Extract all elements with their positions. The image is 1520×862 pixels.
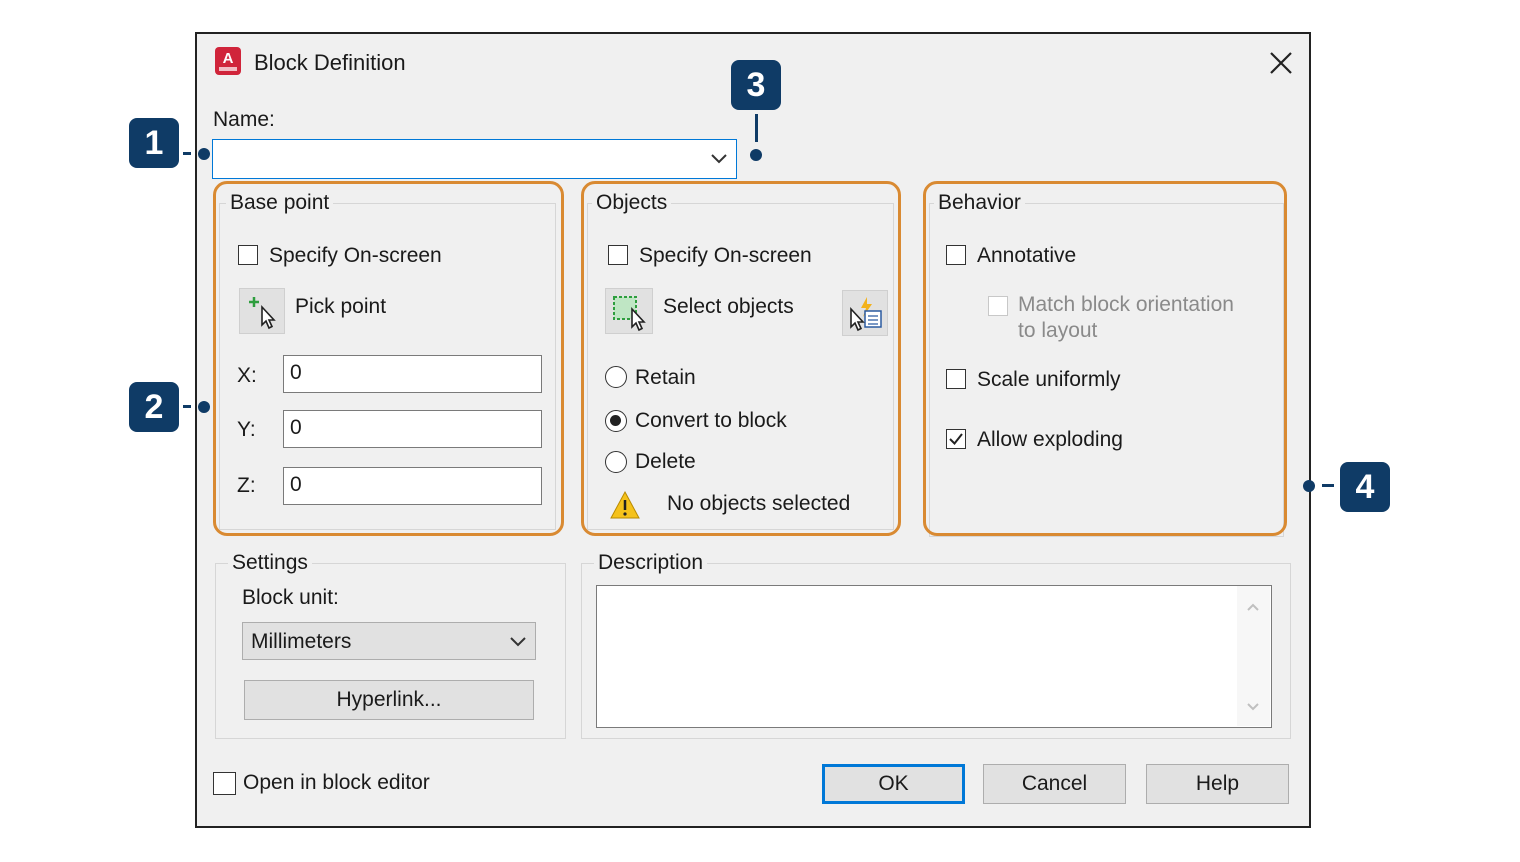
match-orientation-label-line2: to layout [1018, 319, 1098, 342]
block-unit-select[interactable]: Millimeters [242, 622, 536, 660]
allow-exploding-label: Allow exploding [977, 428, 1123, 451]
y-input[interactable]: 0 [283, 410, 542, 448]
select-objects-label: Select objects [663, 295, 794, 318]
name-label: Name: [213, 108, 275, 131]
retain-label: Retain [635, 366, 696, 389]
match-orientation-checkbox[interactable] [988, 296, 1008, 316]
block-unit-label: Block unit: [242, 586, 339, 609]
description-scrollbar[interactable] [1237, 586, 1270, 726]
objects-specify-onscreen-label: Specify On-screen [639, 244, 812, 267]
scale-uniformly-label: Scale uniformly [977, 368, 1121, 391]
callout-1-connector [183, 152, 191, 155]
base-point-specify-onscreen-checkbox[interactable] [238, 245, 258, 265]
delete-radio[interactable] [605, 451, 627, 473]
radio-selected-dot [610, 415, 621, 426]
select-objects-icon [613, 296, 646, 332]
highlight-frame-behavior [923, 181, 1287, 536]
y-label: Y: [237, 418, 256, 441]
base-point-title: Base point [226, 191, 334, 215]
convert-to-block-label: Convert to block [635, 409, 787, 432]
retain-radio[interactable] [605, 366, 627, 388]
warning-icon [610, 490, 640, 520]
annotative-checkbox[interactable] [946, 245, 966, 265]
quick-select-button[interactable] [842, 290, 888, 336]
svg-text:A: A [223, 50, 234, 67]
objects-status-text: No objects selected [667, 492, 851, 515]
autocad-app-icon: A [214, 46, 242, 76]
ok-button[interactable]: OK [822, 764, 965, 804]
description-title: Description [594, 551, 708, 575]
chevron-down-icon[interactable] [509, 636, 527, 648]
callout-2-dot [198, 401, 210, 413]
select-objects-button[interactable] [605, 288, 653, 334]
scroll-up-icon[interactable] [1246, 602, 1260, 612]
callout-3-connector [755, 114, 758, 142]
callout-2: 2 [129, 382, 179, 432]
help-button[interactable]: Help [1146, 764, 1289, 804]
objects-title: Objects [592, 191, 672, 215]
highlight-frame-objects [581, 181, 901, 536]
callout-1: 1 [129, 118, 179, 168]
delete-label: Delete [635, 450, 696, 473]
callout-4: 4 [1340, 462, 1390, 512]
base-point-specify-onscreen-label: Specify On-screen [269, 244, 442, 267]
callout-4-connector [1322, 484, 1334, 487]
block-unit-value: Millimeters [251, 630, 352, 653]
scroll-down-icon[interactable] [1246, 702, 1260, 712]
hyperlink-button[interactable]: Hyperlink... [244, 680, 534, 720]
callout-3: 3 [731, 60, 781, 110]
match-orientation-label-line1: Match block orientation [1018, 293, 1234, 316]
pick-point-label: Pick point [295, 295, 387, 318]
cancel-button[interactable]: Cancel [983, 764, 1126, 804]
pick-point-icon [249, 297, 276, 330]
objects-specify-onscreen-checkbox[interactable] [608, 245, 628, 265]
open-in-block-editor-label: Open in block editor [243, 771, 430, 794]
allow-exploding-checkbox[interactable] [946, 429, 966, 449]
chevron-down-icon[interactable] [710, 153, 728, 165]
settings-title: Settings [228, 551, 312, 575]
callout-2-connector [183, 405, 191, 408]
annotative-label: Annotative [977, 244, 1077, 267]
behavior-title: Behavior [934, 191, 1025, 215]
description-textarea[interactable] [596, 585, 1272, 728]
z-label: Z: [237, 474, 256, 497]
z-input[interactable]: 0 [283, 467, 542, 505]
x-label: X: [237, 364, 257, 387]
callout-3-dot [750, 149, 762, 161]
x-input[interactable]: 0 [283, 355, 542, 393]
checkmark-icon [949, 433, 963, 446]
close-icon[interactable] [1268, 50, 1294, 76]
open-in-block-editor-checkbox[interactable] [213, 772, 236, 795]
name-combobox[interactable] [212, 139, 737, 179]
dialog-title: Block Definition [254, 50, 406, 75]
quick-select-icon [850, 297, 882, 332]
callout-1-dot [198, 148, 210, 160]
pick-point-button[interactable] [239, 288, 285, 334]
convert-to-block-radio[interactable] [605, 410, 627, 432]
scale-uniformly-checkbox[interactable] [946, 369, 966, 389]
callout-4-dot [1303, 480, 1315, 492]
